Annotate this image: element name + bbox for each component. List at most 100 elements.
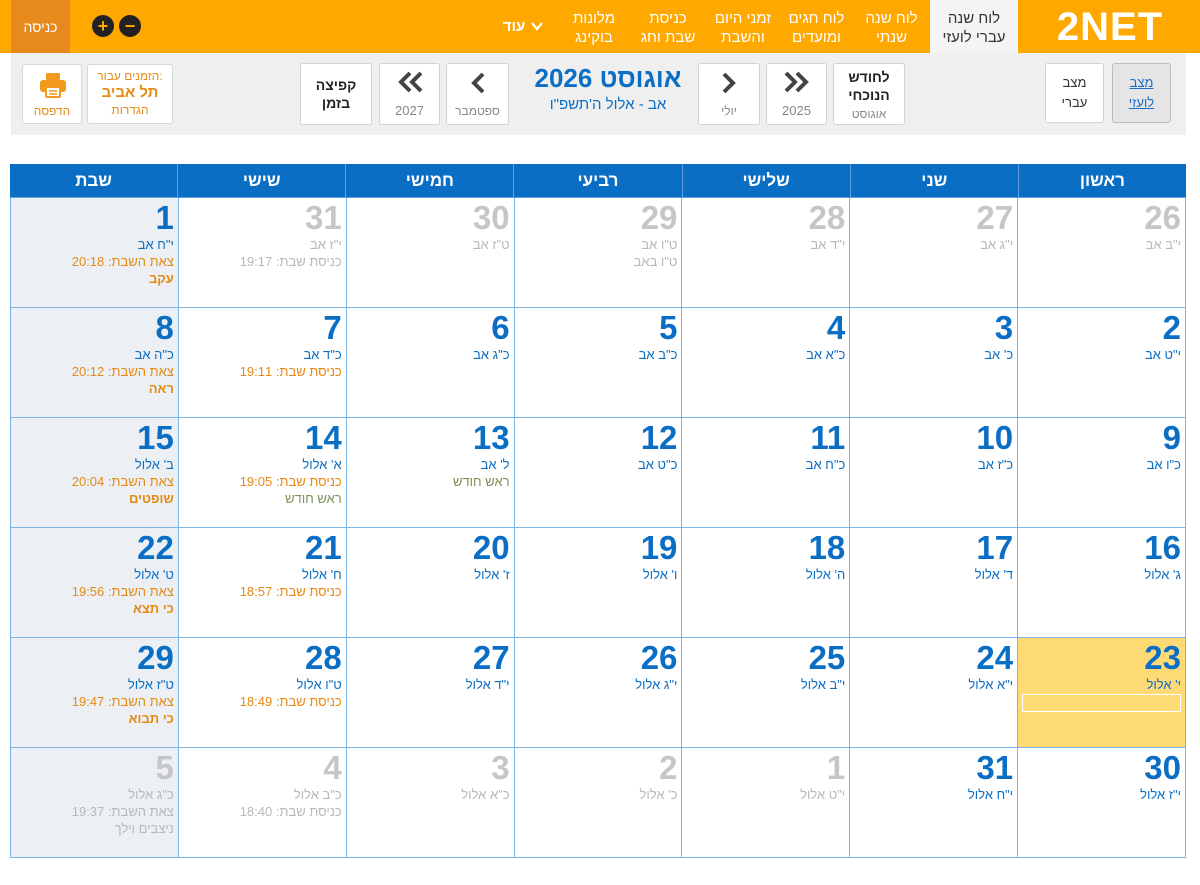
double-chevron-right-icon [782,70,812,99]
hebrew-date: כ"ח אב [805,457,846,472]
day-number: 13 [472,419,510,456]
nav-item-yearly-calendar[interactable]: לוח שנה שנתי [853,0,930,53]
day-cell[interactable]: 7 כ"ד אב כניסת שבת: 19:11 [177,308,346,418]
day-cell[interactable]: 1 י"ח אב צאת השבת: 20:18 עקב [9,198,178,308]
day-cell[interactable]: 21 ח' אלול כניסת שבת: 18:57 [177,528,346,638]
day-number: 5 [155,749,174,786]
day-cell[interactable]: 27 י"ג אב [849,198,1018,308]
hebrew-date: כ"ב אלול [293,787,342,802]
day-number: 27 [472,639,510,676]
calendar-grid: 26 י"ב אב 27 י"ג אב 28 י"ד אב 29 ט"ו אב ט"ו באב 3… [9,197,1186,858]
hebrew-date: י"ט אלול [800,787,846,802]
day-cell[interactable]: 30 י"ז אלול [1017,748,1186,858]
weekday-header-cell: ראשון [1017,164,1186,197]
day-cell[interactable]: 24 י"א אלול [849,638,1018,748]
day-cell[interactable]: 4 כ"ב אלול כניסת שבת: 18:40 [177,748,346,858]
day-cell[interactable]: 3 כ' אב [849,308,1018,418]
nav-item-hebrew-calendar[interactable]: לוח שנה עברי לועזי [930,0,1018,53]
hebrew-date: ו' אלול [642,567,678,582]
nav-item-booking[interactable]: מלונות בוקינג [558,0,630,53]
day-cell[interactable]: 2 כ' אלול [513,748,682,858]
day-cell[interactable]: 5 כ"ב אב [513,308,682,418]
day-cell[interactable]: 29 ט"ז אלול צאת השבת: 19:47 כי תבוא [9,638,178,748]
day-cell[interactable]: 27 י"ד אלול [345,638,514,748]
day-cell[interactable]: 28 ט"ו אלול כניסת שבת: 18:49 [177,638,346,748]
jump-in-time-button[interactable]: קפיצה בזמן [300,63,372,125]
current-month-button[interactable]: לחודש הנוכחי אוגוסט [833,63,905,125]
day-cell[interactable]: 29 ט"ו אב ט"ו באב [513,198,682,308]
hebrew-date: ג' אלול [1144,567,1181,582]
day-cell[interactable]: 8 כ"ה אב צאת השבת: 20:12 ראה [9,308,178,418]
day-cell[interactable]: 20 ז' אלול [345,528,514,638]
shabbat-time: צאת השבת: 20:18 [71,254,174,269]
gregorian-mode-button[interactable]: מצב לועזי [1112,63,1171,123]
day-cell[interactable]: 12 כ"ט אב [513,418,682,528]
day-cell[interactable]: 10 כ"ז אב [849,418,1018,528]
day-cell[interactable]: 19 ו' אלול [513,528,682,638]
hebrew-mode-button[interactable]: מצב עברי [1045,63,1104,123]
day-cell[interactable]: 17 ד' אלול [849,528,1018,638]
day-number: 25 [808,639,846,676]
day-number: 26 [640,639,678,676]
site-logo[interactable]: 2NET [1018,0,1200,53]
today-note-field[interactable] [1022,694,1181,712]
calendar-week-row: 23 י' אלול 24 י"א אלול 25 י"ב אלול 26 י"ג אלול 2… [9,638,1186,748]
hebrew-date: ב' אלול [134,457,174,472]
day-cell[interactable]: 22 ט' אלול צאת השבת: 19:56 כי תצא [9,528,178,638]
day-cell[interactable]: 25 י"ב אלול [681,638,850,748]
hebrew-date: כ"ג אב [473,347,510,362]
city-prefix: הזמנים עבור: [97,69,163,83]
weekday-header-cell: שבת [75,171,112,190]
day-cell[interactable]: 9 כ"ו אב [1017,418,1186,528]
hebrew-date: ט' אלול [134,567,174,582]
day-cell[interactable]: 30 ט"ז אב [345,198,514,308]
day-cell[interactable]: 2 י"ט אב [1017,308,1186,418]
next-month-button[interactable]: ספטמבר [446,63,509,125]
nav-item-shabbat-times[interactable]: כניסת שבת וחג [630,0,706,53]
prev-month-button[interactable]: יולי [698,63,760,125]
day-cell[interactable]: 26 י"ב אב [1017,198,1186,308]
day-cell[interactable]: 28 י"ד אב [681,198,850,308]
shabbat-time: כניסת שבת: 18:57 [239,584,342,599]
day-cell[interactable]: 5 כ"ג אלול צאת השבת: 19:37 ניצבים וילך [9,748,178,858]
day-cell[interactable]: 31 י"ז אב כניסת שבת: 19:17 [177,198,346,308]
day-number: 29 [137,639,174,676]
nav-item-holidays[interactable]: לוח חגים ומועדים [780,0,853,53]
parasha-name: כי תבוא [128,711,174,726]
day-number: 24 [976,639,1014,676]
day-cell[interactable]: 15 ב' אלול צאת השבת: 20:04 שופטים [9,418,178,528]
city-settings-button[interactable]: הזמנים עבור: תל אביב הגדרות [87,64,173,124]
prev-year-button[interactable]: 2025 [766,63,827,125]
nav-more-menu[interactable]: עוד [498,0,548,53]
print-button[interactable]: הדפסה [22,64,82,124]
day-cell[interactable]: 6 כ"ג אב [345,308,514,418]
day-cell[interactable]: 14 א' אלול כניסת שבת: 19:05 ראש חודש [177,418,346,528]
hebrew-mode-label: מצב עברי [1061,75,1088,110]
calendar-week-row: 2 י"ט אב 3 כ' אב 4 כ"א אב 5 כ"ב אב 6 כ"ג אב 7 כ"ד א… [9,308,1186,418]
current-month-label: לחודש הנוכחי [848,68,890,103]
day-cell[interactable]: 16 ג' אלול [1017,528,1186,638]
zoom-out-button[interactable]: − [119,15,141,37]
day-cell[interactable]: 31 י"ח אלול [849,748,1018,858]
shabbat-time: צאת השבת: 19:37 [71,804,174,819]
day-cell[interactable]: 26 י"ג אלול [513,638,682,748]
zoom-in-button[interactable]: + [92,15,114,37]
hebrew-date: י"ב אב [1145,237,1181,252]
day-cell[interactable]: 4 כ"א אב [681,308,850,418]
day-number: 5 [659,309,678,346]
hebrew-date: ז' אלול [474,567,510,582]
day-cell[interactable]: 18 ה' אלול [681,528,850,638]
day-cell[interactable]: 11 כ"ח אב [681,418,850,528]
day-number: 30 [1144,749,1181,786]
nav-item-day-times[interactable]: זמני היום והשבת [706,0,780,53]
day-cell-today[interactable]: 23 י' אלול [1017,638,1186,748]
day-cell[interactable]: 1 י"ט אלול [681,748,850,858]
next-year-button[interactable]: 2027 [379,63,440,125]
hebrew-date: ח' אלול [301,567,342,582]
hebrew-date: כ' אלול [639,787,678,802]
day-cell[interactable]: 13 ל' אב ראש חודש [345,418,514,528]
calendar-week-row: 26 י"ב אב 27 י"ג אב 28 י"ד אב 29 ט"ו אב ט"ו באב 3… [9,198,1186,308]
login-button[interactable]: כניסה [11,0,70,53]
day-cell[interactable]: 3 כ"א אלול [345,748,514,858]
hebrew-date: י"ח אלול [967,787,1014,802]
